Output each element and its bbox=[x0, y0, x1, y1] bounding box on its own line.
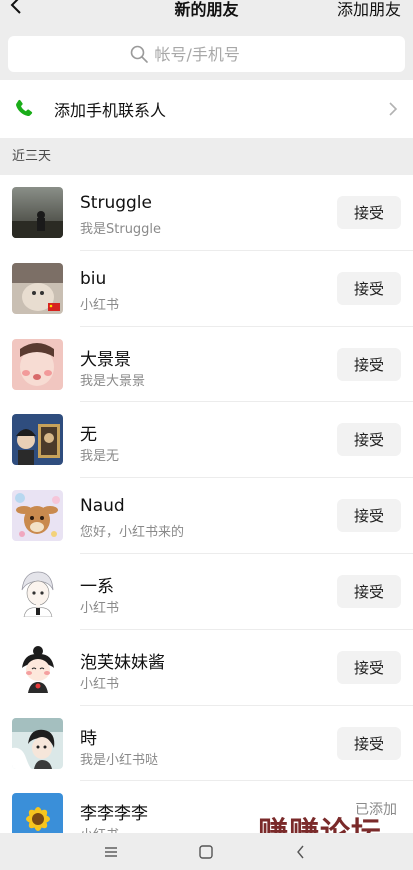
avatar bbox=[12, 717, 63, 769]
avatar bbox=[12, 490, 63, 542]
avatar bbox=[12, 414, 63, 466]
avatar bbox=[12, 262, 63, 314]
request-message: 我是大景景 bbox=[80, 373, 146, 389]
accept-button[interactable]: 接受 bbox=[337, 650, 401, 684]
add-phone-contacts-row[interactable]: 添加手机联系人 bbox=[0, 80, 413, 138]
list-item[interactable]: biu 小红书 接受 bbox=[0, 251, 413, 327]
request-message: 我是小红书哒 bbox=[80, 752, 159, 768]
contact-name: 泡芙妹妹酱 bbox=[80, 652, 165, 673]
contact-name: 李李李李 bbox=[80, 804, 148, 825]
list-item[interactable]: 一系 小红书 接受 bbox=[0, 554, 413, 630]
top-bar: 新的朋友 添加朋友 bbox=[0, 0, 413, 22]
request-message: 小红书 bbox=[80, 297, 120, 313]
avatar bbox=[12, 187, 63, 238]
accept-button[interactable]: 接受 bbox=[337, 196, 401, 229]
friend-request-list: Struggle 我是Struggle 接受 biu 小红书 接受 大景景 我是… bbox=[0, 175, 413, 833]
accept-button[interactable]: 接受 bbox=[337, 347, 401, 381]
list-item[interactable]: Struggle 我是Struggle 接受 bbox=[0, 175, 413, 251]
request-message: 小红书 bbox=[80, 600, 120, 616]
list-item[interactable]: 大景景 我是大景景 接受 bbox=[0, 327, 413, 403]
request-message: 小红书 bbox=[80, 824, 119, 833]
accept-button[interactable]: 接受 bbox=[337, 574, 401, 608]
contact-name: 大景景 bbox=[80, 349, 131, 370]
accept-button[interactable]: 接受 bbox=[337, 499, 401, 533]
list-item[interactable]: 无 我是无 接受 bbox=[0, 402, 413, 478]
search-input[interactable] bbox=[154, 44, 285, 64]
search-icon bbox=[130, 45, 148, 63]
chevron-right-icon bbox=[389, 102, 398, 116]
contact-name: Struggle bbox=[80, 193, 152, 213]
accept-button[interactable]: 接受 bbox=[337, 271, 401, 305]
contact-name: Naud bbox=[80, 496, 125, 517]
contact-name: biu bbox=[80, 268, 107, 289]
contact-name: 无 bbox=[80, 425, 97, 446]
avatar bbox=[12, 338, 63, 390]
request-message: 我是Struggle bbox=[80, 222, 162, 237]
search-area bbox=[0, 22, 413, 78]
avatar bbox=[12, 565, 63, 617]
menu-icon[interactable] bbox=[102, 843, 120, 861]
list-item[interactable]: 時 我是小红书哒 接受 bbox=[0, 706, 413, 782]
add-phone-contacts-label: 添加手机联系人 bbox=[54, 101, 167, 120]
section-header: 近三天 bbox=[0, 138, 413, 175]
contact-name: 一系 bbox=[80, 576, 114, 597]
search-box[interactable] bbox=[8, 36, 405, 72]
request-message: 我是无 bbox=[80, 449, 120, 465]
back-icon[interactable] bbox=[292, 843, 310, 861]
add-friend-button[interactable]: 添加朋友 bbox=[337, 0, 401, 20]
accept-button[interactable]: 接受 bbox=[337, 726, 401, 760]
list-item[interactable]: Naud 您好，小红书来的 接受 bbox=[0, 478, 413, 554]
system-nav-bar bbox=[0, 833, 413, 870]
contact-name: 時 bbox=[80, 728, 97, 749]
request-message: 小红书 bbox=[80, 676, 120, 692]
avatar bbox=[12, 793, 63, 833]
home-icon[interactable] bbox=[197, 843, 215, 861]
list-item[interactable]: 泡芙妹妹酱 小红书 接受 bbox=[0, 630, 413, 706]
avatar bbox=[12, 641, 63, 693]
accept-button[interactable]: 接受 bbox=[337, 423, 401, 457]
phone-icon bbox=[16, 99, 33, 117]
request-message: 您好，小红书来的 bbox=[80, 525, 185, 541]
